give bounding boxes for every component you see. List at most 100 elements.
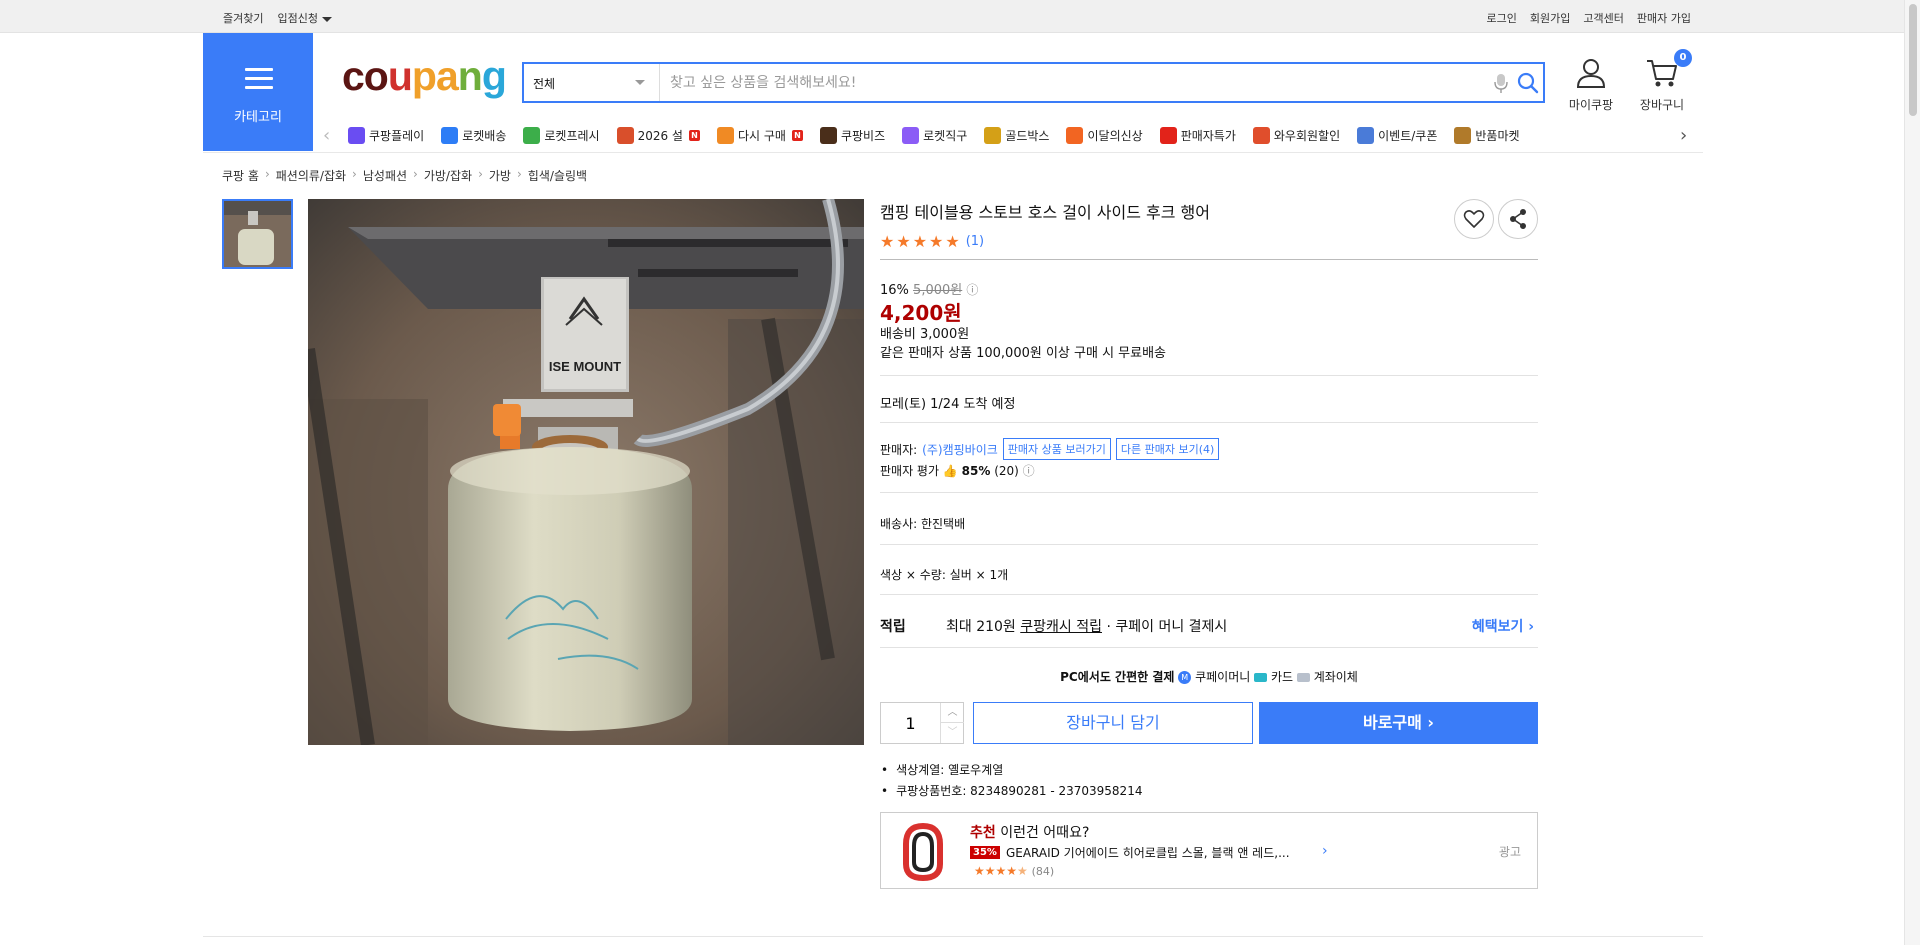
cart-label: 장바구니 [1639,98,1685,112]
nav-item[interactable]: 골드박스 [984,127,1049,144]
nav-item[interactable]: 이달의신상 [1066,127,1143,144]
my-coupang-button[interactable]: 마이쿠팡 [1565,57,1617,113]
breadcrumb-item[interactable]: 패션의류/잡화 [276,167,346,184]
quantity-decrease-icon[interactable]: ﹀ [941,723,964,743]
recommend-heading-highlight: 추천 [970,825,996,841]
nav-next-icon[interactable]: › [1680,125,1687,146]
globe-rocket-icon [902,127,920,144]
info-icon[interactable]: ⓘ [1023,464,1035,478]
breadcrumb: 쿠팡 홈 › 패션의류/잡화 › 남성패션 › 가방/잡화 › 가방 › 힙색/슬링백 [222,167,587,184]
new-badge-icon: N [791,130,803,141]
nav-item[interactable]: 와우회원할인 [1252,127,1340,144]
pay-method: 계좌이체 [1313,670,1358,684]
top-utility-bar: 즐겨찾기 입점신청 로그인 회원가입 고객센터 판매자 가입 [0,0,1920,33]
divider [880,375,1538,376]
coupang-logo[interactable]: coupang [342,53,507,100]
seller-signup-link[interactable]: 판매자 가입 [1637,10,1691,26]
signup-link[interactable]: 회원가입 [1530,10,1570,26]
divider [880,544,1538,545]
breadcrumb-item[interactable]: 가방 [489,167,511,184]
scrollbar-thumb[interactable] [1909,4,1917,116]
caret-down-icon [321,16,332,22]
breadcrumb-item[interactable]: 가방/잡화 [424,167,472,184]
seller-apply-label: 입점신청 [277,12,318,25]
quantity-increase-icon[interactable]: ︿ [941,703,964,723]
info-icon[interactable]: ⓘ [966,283,978,297]
buy-now-button[interactable]: 바로구매 › [1259,702,1538,744]
cart-button[interactable]: 0 장바구니 [1636,49,1692,113]
section-divider [203,936,1703,937]
share-icon [1510,209,1526,229]
pay-method: 쿠페이머니 [1195,670,1251,684]
customer-center-link[interactable]: 고객센터 [1583,10,1623,26]
breadcrumb-item[interactable]: 쿠팡 홈 [222,167,259,184]
image-brand-text: ISE MOUNT [549,359,621,374]
breadcrumb-separator: › [516,167,522,181]
search-icon[interactable] [1516,71,1540,95]
rocket-fresh-icon [523,127,541,144]
seller-name-link[interactable]: (주)캠핑바이크 [922,441,998,458]
nav-item[interactable]: 로켓배송 [441,127,506,144]
nav-item[interactable]: 2026 설 N [616,127,700,144]
product-thumbnail[interactable] [222,199,293,269]
product-rating[interactable]: ★ ★ ★ ★ ★ (1) [880,232,984,251]
recommend-discount: 35% [970,846,1000,859]
shipping-fee: 배송비 3,000원 [880,327,970,342]
review-count[interactable]: (1) [966,234,984,249]
star-icon: ★ [929,232,944,251]
page-scrollbar[interactable] [1904,0,1920,945]
category-menu-button[interactable]: 카테고리 [203,33,313,151]
home-icon [716,127,734,144]
breadcrumb-item[interactable]: 남성패션 [363,167,407,184]
recommend-heading: 추천 이런건 어때요? [970,822,1089,842]
nav-item[interactable]: 로켓프레시 [523,127,600,144]
wishlist-button[interactable] [1454,199,1494,239]
category-nav: ‹ 쿠팡플레이 로켓배송 로켓프레시 2026 설 N 다시 구매 N 쿠팡비즈 로켓직구 골드박… [318,119,1698,153]
rocket-icon [441,127,459,144]
product-main-image[interactable]: ISE MOUNT [308,199,864,745]
divider [880,647,1538,648]
reward-label: 적립 [880,619,906,635]
nav-item-label: 로켓프레시 [544,129,600,143]
nav-prev-icon[interactable]: ‹ [323,125,330,146]
other-sellers-button[interactable]: 다른 판매자 보기(4) [1115,438,1220,460]
thumbnail-image [224,201,291,267]
seller-rating-value: 85% [961,464,991,478]
star-icon: ★ [896,232,911,251]
quantity-input[interactable] [881,703,941,743]
nav-item[interactable]: 쿠팡플레이 [348,127,424,144]
nav-item[interactable]: 판매자특가 [1159,127,1236,144]
quantity-stepper: ︿ ﹀ [880,702,964,744]
microphone-icon[interactable] [1492,72,1510,94]
nav-item-label: 판매자특가 [1180,129,1236,143]
star-icon: ★ [945,232,960,251]
search-input[interactable] [670,72,1470,94]
seller-apply-link[interactable]: 입점신청 [277,10,332,26]
bookmark-link[interactable]: 즐겨찾기 [223,10,263,26]
nav-item[interactable]: 반품마켓 [1454,127,1520,144]
share-button[interactable] [1498,199,1538,239]
easy-pay-title: PC에서도 간편한 결제 [1060,670,1175,684]
add-to-cart-button[interactable]: 장바구니 담기 [973,702,1253,744]
nav-item[interactable]: 쿠팡비즈 [819,127,885,144]
nav-item[interactable]: 다시 구매 N [716,127,803,144]
market-icon [1454,127,1472,144]
nav-divider [203,152,1703,153]
benefits-link[interactable]: 혜택보기 › [1472,616,1534,636]
chevron-right-icon[interactable]: › [1322,843,1328,859]
login-link[interactable]: 로그인 [1487,10,1517,26]
nav-item[interactable]: 이벤트/쿠폰 [1357,127,1437,144]
seller-products-button[interactable]: 판매자 상품 보러가기 [1002,438,1111,460]
logo-part: co [342,53,389,99]
discount-rate: 16% [880,283,909,298]
sale-price: 4,200원 [880,301,962,325]
breadcrumb-item[interactable]: 힙색/슬링백 [528,167,587,184]
recommend-product-name: GEARAID 기어에이드 히어로클립 스몰, 블랙 앤 레드,... [1005,846,1290,860]
search-scope-select[interactable]: 전체 [524,64,660,101]
recommendation-card[interactable]: 추천 이런건 어때요? 35% GEARAID 기어에이드 히어로클립 스몰, … [880,812,1538,889]
coupang-cash-link[interactable]: 쿠팡캐시 적립 [1020,619,1102,635]
wow-icon [1252,127,1270,144]
nav-item[interactable]: 로켓직구 [902,127,967,144]
benefits-label: 혜택보기 [1471,619,1524,635]
nav-item-label: 로켓배송 [462,129,507,143]
